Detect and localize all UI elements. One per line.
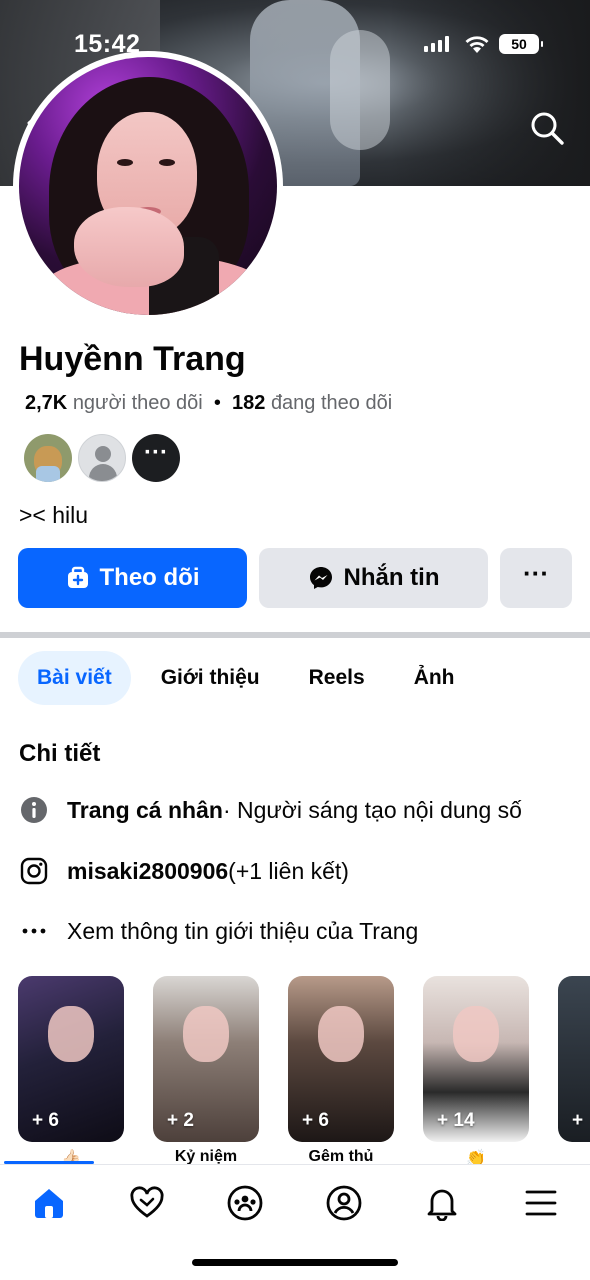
instagram-icon [19, 856, 49, 886]
highlight-card[interactable]: + 14 [423, 976, 529, 1142]
more-options-button[interactable]: ··· [500, 548, 572, 608]
page-category: · Người sáng tạo nội dung số [222, 796, 522, 823]
highlight-count: + 6 [32, 1110, 59, 1131]
profile-avatar[interactable] [13, 51, 283, 321]
instagram-handle[interactable]: misaki2800906 [67, 858, 228, 885]
featured-highlights: + 6 👍🏻 + 2 Kỷ niệm + 6 Gêm thủ + 14 👏 + [18, 976, 590, 1166]
highlight-card[interactable]: + 2 [153, 976, 259, 1142]
followers-label[interactable]: người theo dõi [73, 392, 203, 414]
detail-page-type: Trang cá nhân · Người sáng tạo nội dung … [19, 795, 522, 825]
more-dots-icon [19, 916, 49, 946]
section-divider [0, 632, 590, 638]
tab-reels[interactable]: Reels [290, 651, 384, 705]
followers-count[interactable]: 2,7K [25, 392, 67, 414]
mutual-followers[interactable]: ··· [24, 434, 180, 482]
highlight-card[interactable]: + 6 [18, 976, 124, 1142]
menu-icon [525, 1190, 557, 1216]
follow-label: Theo dõi [99, 564, 200, 591]
details-title: Chi tiết [19, 740, 101, 767]
follow-button[interactable]: Theo dõi [18, 548, 247, 608]
cellular-signal-icon [424, 36, 449, 52]
profile-tabs: Bài viết Giới thiệu Reels Ảnh [18, 651, 485, 705]
profile-icon [326, 1185, 362, 1221]
nav-dating[interactable] [122, 1181, 172, 1225]
message-label: Nhắn tin [343, 564, 440, 591]
highlight-count: + 6 [302, 1110, 329, 1131]
highlight-count: + [572, 1110, 584, 1131]
bell-icon [427, 1189, 457, 1221]
status-bar: 15:42 50 [0, 30, 590, 60]
nav-profile[interactable] [319, 1181, 369, 1225]
following-label[interactable]: đang theo dõi [271, 392, 392, 414]
nav-notifications[interactable] [417, 1181, 467, 1225]
tab-about[interactable]: Giới thiệu [142, 651, 279, 705]
wifi-icon [465, 36, 489, 53]
search-icon[interactable] [529, 110, 565, 146]
tab-photos[interactable]: Ảnh [395, 651, 474, 705]
groups-icon [227, 1185, 263, 1221]
home-icon [35, 1189, 63, 1218]
friend-avatar[interactable] [24, 434, 72, 482]
info-icon [19, 795, 49, 825]
highlight-card[interactable]: + [558, 976, 590, 1142]
heart-icon [130, 1186, 164, 1218]
profile-bio: >< hilu [19, 502, 89, 528]
follow-stats: 2,7K người theo dõi • 182 đang theo dõi [25, 392, 392, 415]
messenger-icon [309, 567, 332, 589]
detail-instagram[interactable]: misaki2800906 (+1 liên kết) [19, 856, 349, 886]
default-avatar[interactable] [78, 434, 126, 482]
page-type-label: Trang cá nhân [67, 796, 223, 823]
tab-posts[interactable]: Bài viết [18, 651, 131, 705]
highlight-card[interactable]: + 6 [288, 976, 394, 1142]
stats-separator: • [213, 392, 221, 414]
highlight-count: + 2 [167, 1110, 194, 1131]
profile-name: Huyềnn Trang [19, 340, 246, 378]
home-indicator [192, 1259, 398, 1266]
following-count[interactable]: 182 [232, 392, 265, 414]
nav-menu[interactable] [516, 1181, 566, 1225]
detail-see-about[interactable]: Xem thông tin giới thiệu của Trang [19, 916, 418, 946]
more-friends-button[interactable]: ··· [132, 434, 180, 482]
instagram-extra-links[interactable]: (+1 liên kết) [228, 858, 349, 885]
highlight-count: + 14 [437, 1110, 475, 1131]
add-friend-icon [67, 566, 88, 588]
nav-home[interactable] [24, 1181, 74, 1225]
nav-groups[interactable] [220, 1181, 270, 1225]
see-about-label[interactable]: Xem thông tin giới thiệu của Trang [67, 918, 418, 945]
battery-icon: 50 [499, 34, 543, 54]
message-button[interactable]: Nhắn tin [259, 548, 488, 608]
